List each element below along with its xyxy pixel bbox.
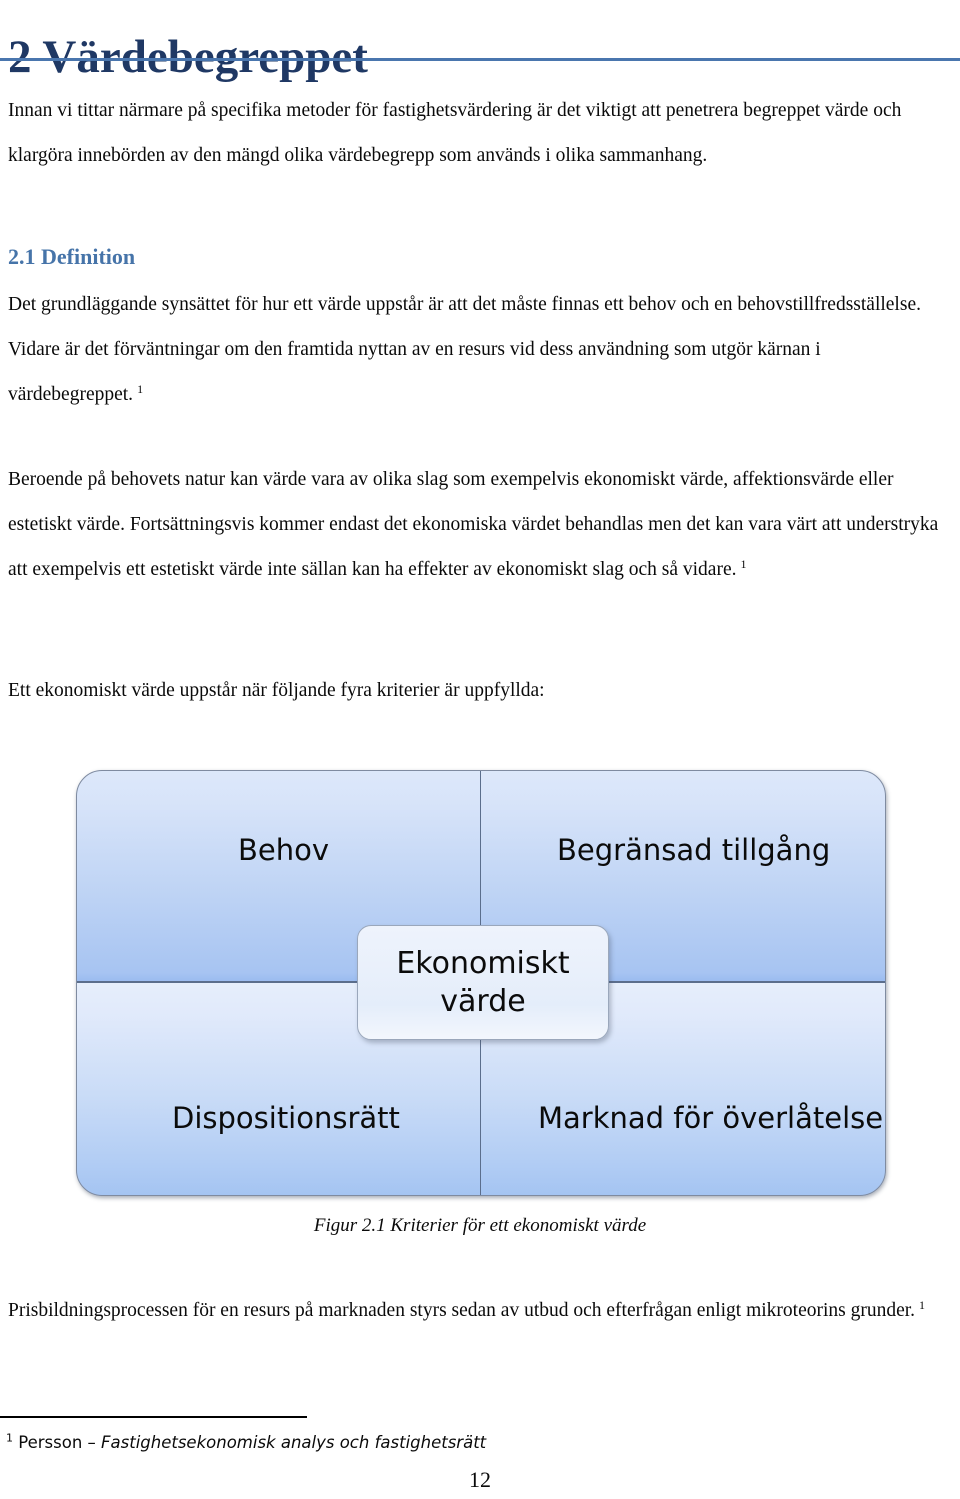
document-page: 2 Värdebegreppet Innan vi tittar närmare… xyxy=(0,0,960,1499)
quadrant-label-dispositionsratt: Dispositionsrätt xyxy=(172,1101,400,1135)
section-paragraph-3-text: Prisbildningsprocessen för en resurs på … xyxy=(8,1300,916,1321)
section-paragraph-1-text: Det grundläggande synsättet för hur ett … xyxy=(8,294,921,405)
page-number: 12 xyxy=(469,1467,491,1492)
section-paragraph-2: Beroende på behovets natur kan värde var… xyxy=(8,457,952,592)
quadrant-label-marknad-for-overlatelse: Marknad för överlåtelse xyxy=(538,1101,884,1135)
section-paragraph-3: Prisbildningsprocessen för en resurs på … xyxy=(8,1288,952,1333)
footnote-ref-2[interactable]: 1 xyxy=(736,557,746,571)
footnote-ref-3[interactable]: 1 xyxy=(915,1298,925,1312)
center-node-ekonomiskt-varde[interactable]: Ekonomiskt värde xyxy=(357,925,609,1040)
section-paragraph-1: Det grundläggande synsättet för hur ett … xyxy=(8,282,952,417)
criteria-lead-in-text: Ett ekonomiskt värde uppstår när följand… xyxy=(8,680,545,701)
center-node-line-1: Ekonomiskt xyxy=(396,945,570,981)
footnote-work-title: Fastighetsekonomisk analys och fastighet… xyxy=(101,1433,487,1452)
criteria-lead-in: Ett ekonomiskt värde uppstår när följand… xyxy=(8,668,952,713)
criteria-quadrant-diagram: Behov Begränsad tillgång Dispositionsrät… xyxy=(76,770,886,1196)
section-paragraph-2-text: Beroende på behovets natur kan värde var… xyxy=(8,469,939,580)
title-divider xyxy=(0,58,960,61)
footnote-author: Persson – xyxy=(13,1433,102,1452)
footnote-entry: 1 Persson – Fastighetsekonomisk analys o… xyxy=(6,1432,706,1454)
intro-paragraph-text: Innan vi tittar närmare på specifika met… xyxy=(8,100,902,166)
footnote-marker: 1 xyxy=(6,1431,13,1445)
quadrant-label-behov: Behov xyxy=(238,833,330,867)
intro-paragraph: Innan vi tittar närmare på specifika met… xyxy=(8,88,952,178)
section-heading-2-1: 2.1 Definition xyxy=(8,244,136,269)
footnote-separator xyxy=(0,1416,307,1418)
footnote-ref-1[interactable]: 1 xyxy=(133,382,143,396)
center-node-line-2: värde xyxy=(440,983,526,1019)
figure-caption: Figur 2.1 Kriterier för ett ekonomiskt v… xyxy=(313,1215,647,1236)
quadrant-label-begransad-tillgang: Begränsad tillgång xyxy=(557,833,831,867)
